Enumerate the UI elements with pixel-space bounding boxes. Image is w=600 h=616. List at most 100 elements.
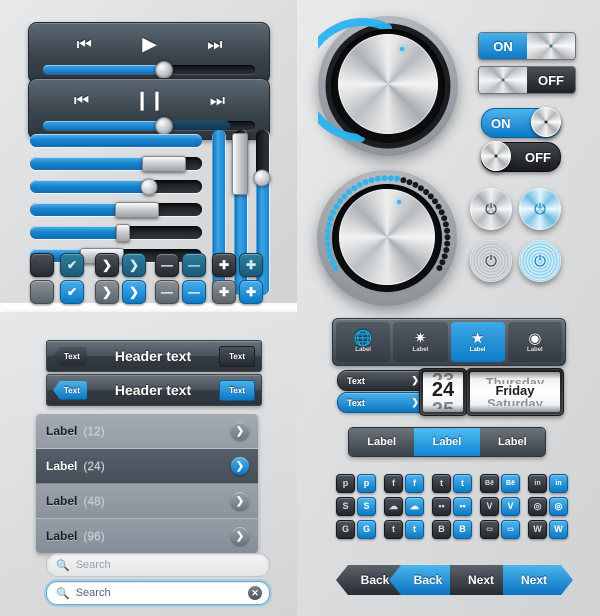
date-spinner-day[interactable]: Thursday Friday Saturday [466, 368, 564, 416]
linkedin-icon[interactable]: in [549, 474, 568, 493]
slider-horizontal[interactable] [30, 178, 202, 195]
slider-handle[interactable] [115, 223, 130, 242]
media-progress-track[interactable] [43, 116, 255, 135]
vimeo-icon[interactable]: V [480, 497, 499, 516]
button-plus-active[interactable]: ✚ [239, 280, 263, 304]
toggle-pill-off[interactable]: OFF [481, 141, 561, 172]
pinterest-icon[interactable]: p [357, 474, 376, 493]
segment-1[interactable]: Label [349, 428, 415, 456]
toggle-knob[interactable] [531, 107, 561, 137]
button-chevron-dark[interactable]: ❯ [95, 253, 119, 277]
slider-horizontal[interactable] [30, 155, 202, 172]
slider-handle[interactable] [232, 133, 248, 195]
slider-horizontal[interactable] [30, 134, 202, 147]
list-item[interactable]: Label (12) ❯ [36, 414, 258, 449]
toggle-knob[interactable] [479, 67, 527, 93]
knob-face[interactable] [338, 34, 438, 134]
media-player-pause[interactable]: ⏮ ❙❙ ⏭ [28, 78, 270, 140]
skype-icon[interactable]: S [336, 497, 355, 516]
slider-handle[interactable] [253, 169, 271, 187]
wordpress-icon[interactable]: W [549, 520, 568, 539]
button-blank-active[interactable] [30, 280, 54, 304]
slider-handle[interactable] [114, 201, 159, 218]
text-pill-dark[interactable]: Text ❯ [337, 370, 429, 391]
blogger-icon[interactable]: B [432, 520, 451, 539]
button-minus-teal[interactable]: — [182, 253, 206, 277]
behance-icon[interactable]: Bē [501, 474, 520, 493]
chevron-right-icon[interactable]: ❯ [231, 422, 249, 440]
flickr-icon[interactable]: •• [432, 497, 451, 516]
skype-icon[interactable]: S [357, 497, 376, 516]
linkedin-icon[interactable]: in [528, 474, 547, 493]
behance-icon[interactable]: Bē [480, 474, 499, 493]
text-pill-blue[interactable]: Text ❯ [337, 392, 429, 413]
button-plus-dark[interactable]: ✚ [212, 253, 236, 277]
twitter-icon[interactable]: t [432, 474, 451, 493]
facebook-icon[interactable]: f [384, 474, 403, 493]
button-blank-dark[interactable] [30, 253, 54, 277]
media-progress-track[interactable] [43, 60, 255, 79]
youtube-icon[interactable]: ▭ [480, 520, 499, 539]
tumblr-icon[interactable]: t [384, 520, 403, 539]
search-field-active[interactable]: 🔍 Search ✕ [46, 581, 270, 605]
tumblr-icon[interactable]: t [405, 520, 424, 539]
facebook-icon[interactable]: f [405, 474, 424, 493]
next-icon[interactable]: ⏭ [207, 36, 222, 53]
slider-handle[interactable] [140, 178, 158, 195]
toggle-rect-on[interactable]: ON [478, 32, 576, 60]
flickr-icon[interactable]: •• [453, 497, 472, 516]
youtube-icon[interactable]: ▭ [501, 520, 520, 539]
next-button-blue[interactable]: Next [503, 565, 573, 595]
wordpress-icon[interactable]: W [528, 520, 547, 539]
slider-horizontal[interactable] [30, 223, 202, 242]
google-icon[interactable]: G [357, 520, 376, 539]
google-icon[interactable]: G [336, 520, 355, 539]
media-player-play[interactable]: ⏮ ▶ ⏭ [28, 22, 270, 84]
date-spinner-number[interactable]: 23 24 25 [419, 368, 467, 416]
slider-horizontal[interactable] [30, 201, 202, 218]
list-item[interactable]: Label (24) ❯ [36, 449, 258, 484]
dribbble-icon[interactable]: ◎ [528, 497, 547, 516]
pinterest-icon[interactable]: p [336, 474, 355, 493]
slider-handle[interactable] [142, 155, 187, 172]
button-minus-grey[interactable]: — [155, 280, 179, 304]
power-button-silver[interactable]: ⏻ [470, 188, 512, 230]
media-progress-knob[interactable] [154, 116, 173, 135]
media-progress-knob[interactable] [154, 60, 173, 79]
tab-record[interactable]: ◉ Label [507, 322, 562, 362]
button-check-dark[interactable]: ✔ [60, 253, 84, 277]
toggle-pill-on[interactable]: ON [481, 107, 561, 138]
button-plus-grey[interactable]: ✚ [212, 280, 236, 304]
navbar-back-button[interactable]: Text [53, 346, 87, 366]
dribbble-icon[interactable]: ◎ [549, 497, 568, 516]
search-field-empty[interactable]: 🔍 Search [46, 553, 270, 577]
segment-3[interactable]: Label [479, 428, 545, 456]
chevron-right-icon[interactable]: ❯ [231, 457, 249, 475]
blogger-icon[interactable]: B [453, 520, 472, 539]
navbar-back-button[interactable]: Text [53, 380, 87, 400]
chevron-right-icon[interactable]: ❯ [231, 527, 249, 545]
navbar-action-button[interactable]: Text [219, 379, 255, 401]
knob-face[interactable] [339, 189, 435, 285]
twitter-icon[interactable]: t [453, 474, 472, 493]
power-button-cyan[interactable]: ⏻ [519, 188, 561, 230]
button-chevron-teal[interactable]: ❯ [122, 253, 146, 277]
toggle-knob[interactable] [527, 33, 575, 59]
list-item[interactable]: Label (48) ❯ [36, 484, 258, 519]
button-check-active[interactable]: ✔ [60, 280, 84, 304]
next-icon[interactable]: ⏭ [210, 92, 225, 109]
tab-favorites[interactable]: ★ Label [450, 322, 505, 362]
rotary-knob-dotted[interactable] [315, 168, 460, 308]
button-plus-teal[interactable]: ✚ [239, 253, 263, 277]
prev-icon[interactable]: ⏮ [74, 92, 89, 109]
tab-globe[interactable]: 🌐 Label [336, 322, 391, 362]
prev-icon[interactable]: ⏮ [77, 36, 92, 53]
rotary-knob-arc[interactable] [318, 16, 458, 156]
button-minus-dark[interactable]: — [155, 253, 179, 277]
button-chevron-grey[interactable]: ❯ [95, 280, 119, 304]
clear-icon[interactable]: ✕ [248, 586, 262, 600]
pause-icon[interactable]: ❙❙ [134, 91, 165, 110]
power-button-ring-cyan[interactable]: ⏻ [519, 240, 561, 282]
navbar-action-button[interactable]: Text [219, 345, 255, 367]
vimeo-icon[interactable]: V [501, 497, 520, 516]
